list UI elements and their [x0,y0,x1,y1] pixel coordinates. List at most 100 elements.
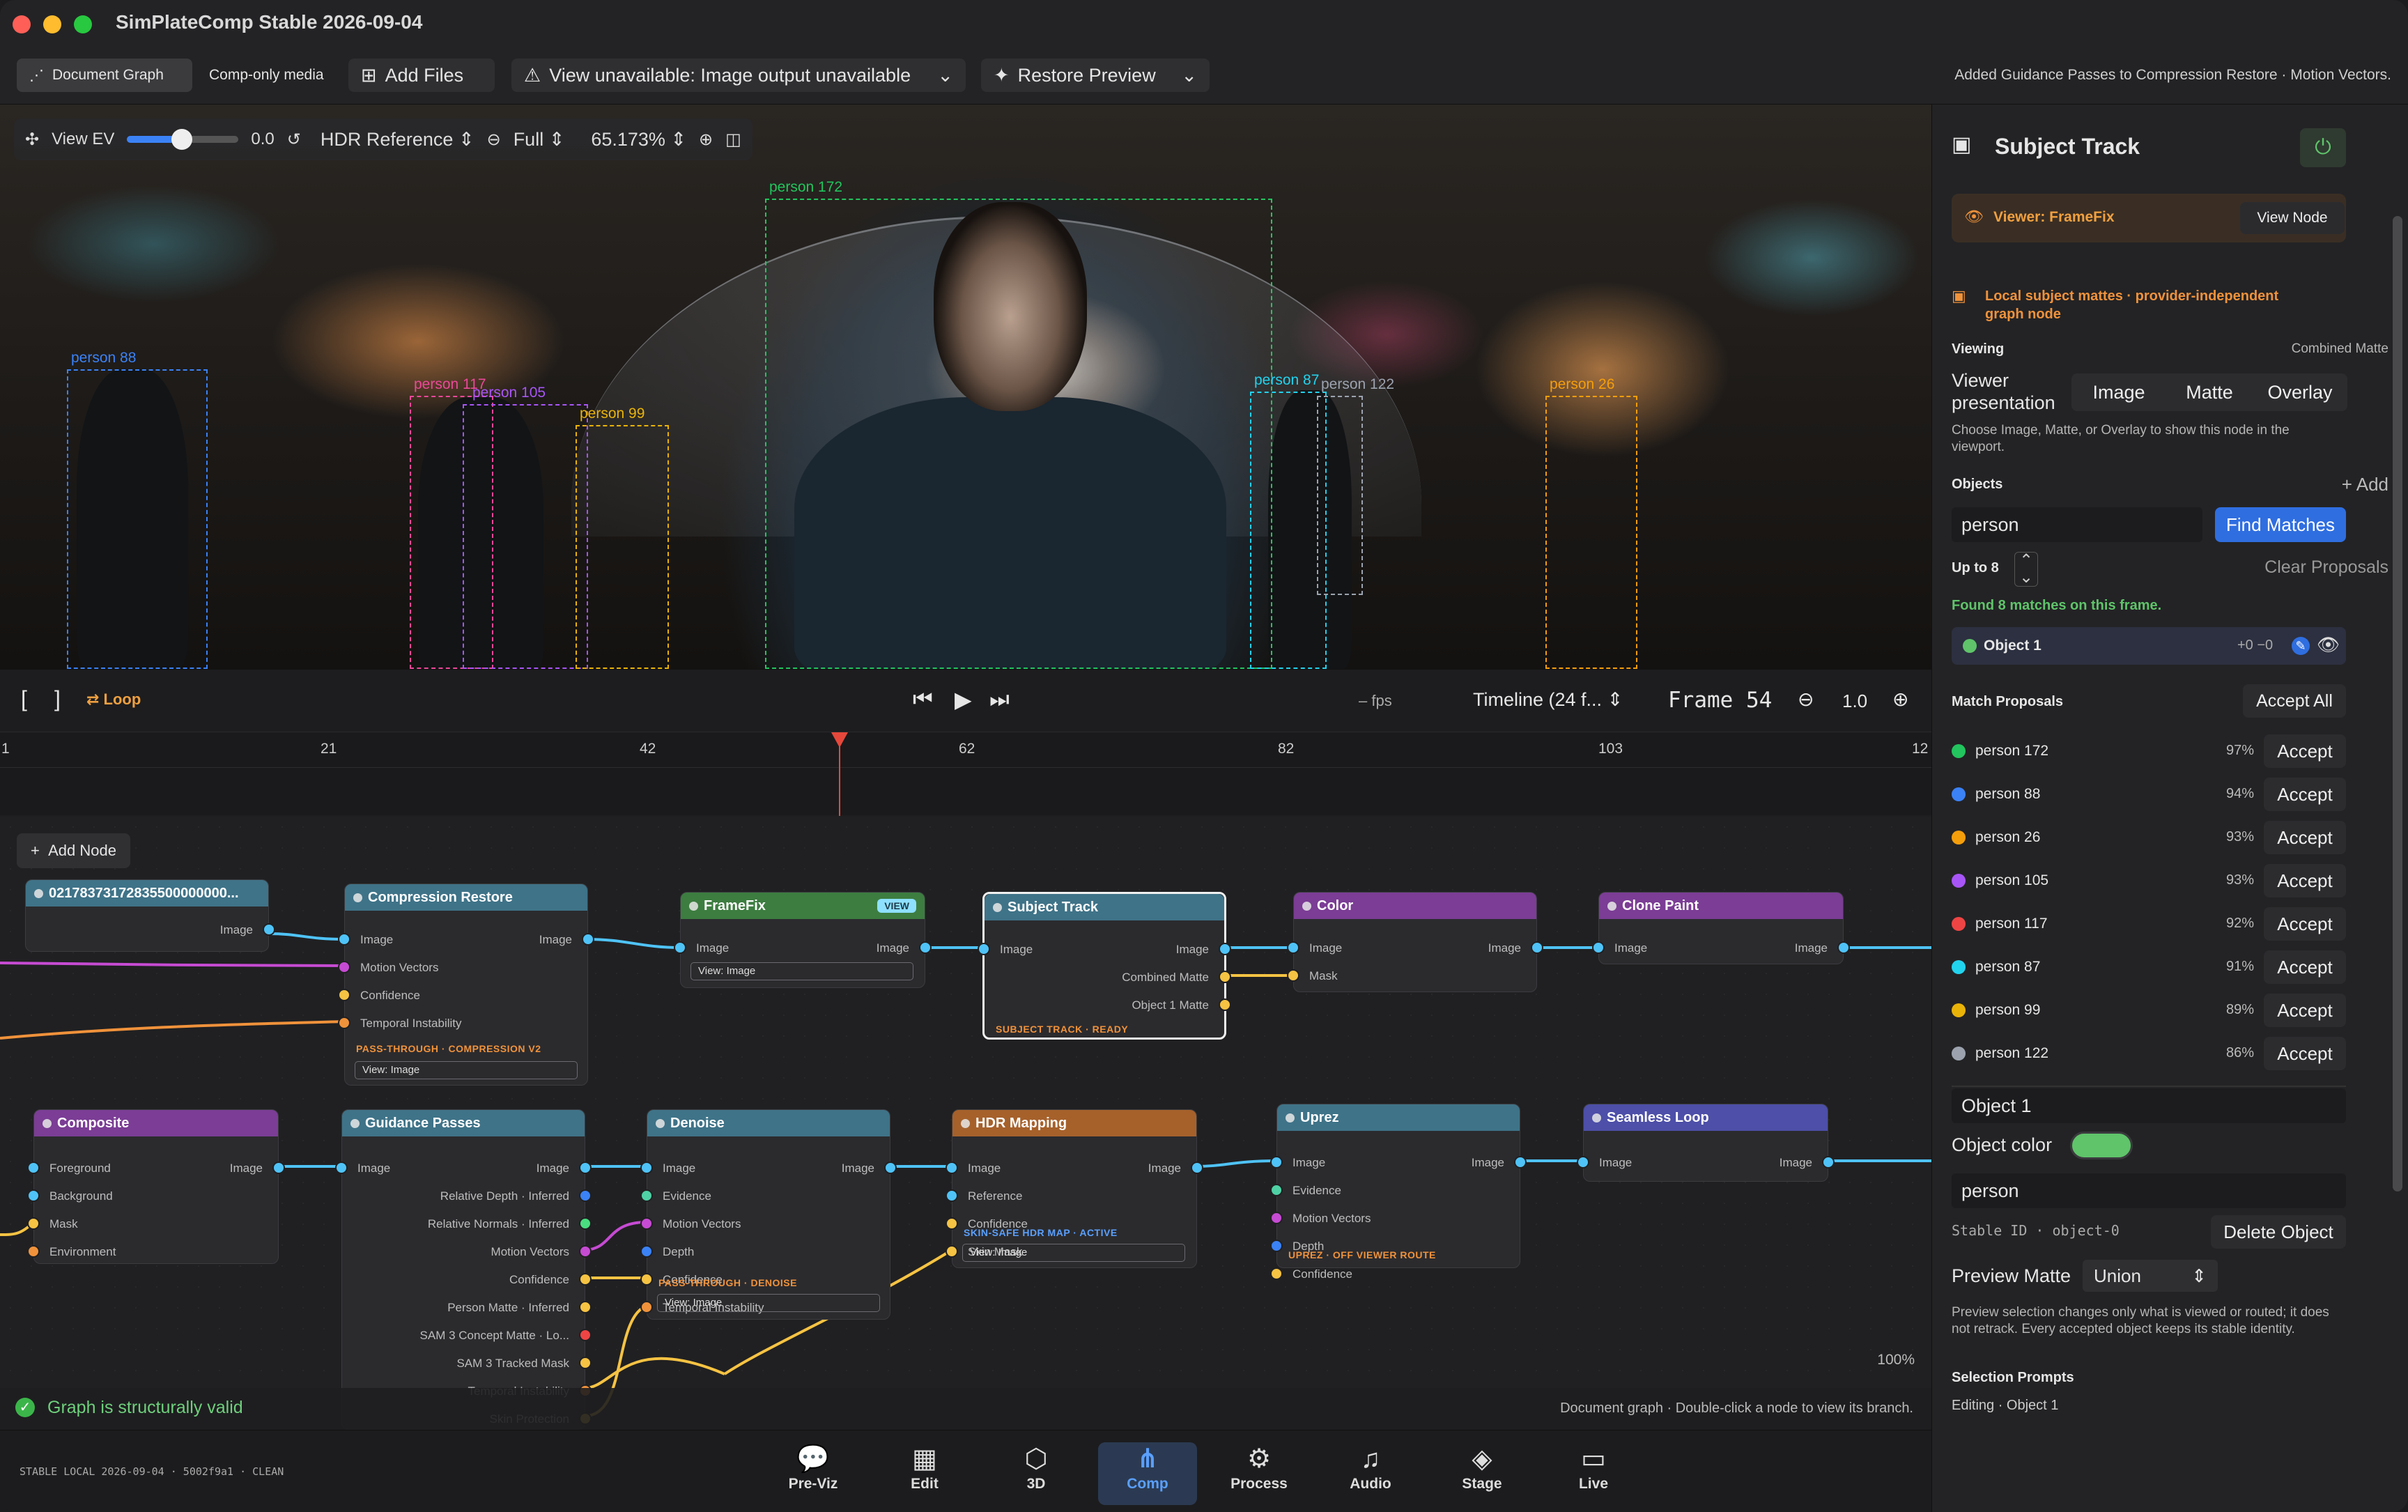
input-port[interactable] [27,1189,40,1202]
guidance-passes-node[interactable]: Guidance Passes Image Image Relative Dept… [335,1109,592,1430]
detection-box[interactable]: person 99 [576,406,669,669]
clone-paint-node[interactable]: Clone Paint Image Image [1592,892,1850,964]
input-port[interactable] [1270,1184,1283,1196]
nav-3d[interactable]: ⬡ 3D [987,1442,1086,1505]
power-button[interactable]: ⏻ [2300,128,2346,167]
input-port[interactable] [1270,1212,1283,1224]
input-port[interactable] [335,1162,348,1174]
zoom-window-button[interactable] [74,15,92,33]
find-matches-button[interactable]: Find Matches [2215,507,2346,542]
reset-icon[interactable]: ↺ [287,130,301,150]
input-port[interactable] [946,1245,958,1258]
input-port[interactable] [1592,941,1605,954]
nav-previz[interactable]: 💬 Pre-Viz [764,1442,863,1505]
timeline-zoom-in-icon[interactable]: ⊕ [1892,688,1908,711]
object-query-input[interactable]: person [1952,507,2202,542]
loop-toggle[interactable]: ⇄ Loop [86,691,141,709]
output-port[interactable] [1219,998,1231,1011]
accept-all-button[interactable]: Accept All [2243,684,2346,718]
proposal-row[interactable]: person 122 86% Accept [1952,1035,2346,1072]
visibility-eye-icon[interactable]: 👁 [2317,634,2340,656]
uprez-node[interactable]: Uprez Image Image Evidence Motion Vectors D… [1270,1104,1527,1281]
timeline-dropdown[interactable]: Timeline (24 f... ⇕ [1473,689,1623,711]
output-port[interactable] [579,1245,592,1258]
input-port[interactable] [27,1217,40,1230]
segment-matte[interactable]: Matte [2165,376,2254,409]
viewport[interactable]: person 88 person 117 person 105 person 9… [0,105,1931,669]
output-port[interactable] [582,933,594,946]
detection-box[interactable]: person 26 [1545,376,1637,669]
segment-overlay[interactable]: Overlay [2255,376,2345,409]
input-port[interactable] [27,1245,40,1258]
proposal-row[interactable]: person 117 92% Accept [1952,906,2346,942]
edit-icon[interactable]: ✎ [2292,637,2310,655]
node-graph[interactable]: + Add Node 02178373172835500000000... Im… [0,817,1931,1430]
timeline-ruler[interactable]: 1 21 42 62 82 103 12 [0,732,1931,816]
detection-box[interactable]: person 88 [67,350,208,669]
color-node[interactable]: Color Image Mask Image [1287,892,1543,992]
output-port[interactable] [919,941,932,954]
output-port[interactable] [579,1162,592,1174]
count-stepper[interactable]: ⌃ ⌄ [2014,552,2039,587]
view-image-select[interactable]: View: Image [690,962,913,980]
input-port[interactable] [1577,1156,1589,1168]
output-port[interactable] [1837,941,1850,954]
playhead[interactable] [831,732,848,816]
hdr-mapping-node[interactable]: HDR Mapping Image Image Reference Confiden… [946,1109,1203,1268]
playhead-marker[interactable] [831,732,848,748]
add-node-button[interactable]: + Add Node [17,833,130,868]
accept-proposal-button[interactable]: Accept [2264,734,2346,768]
resolution-dropdown[interactable]: Full ⇕ [514,129,565,151]
output-port[interactable] [579,1217,592,1230]
nav-stage[interactable]: ◈ Stage [1433,1442,1531,1505]
accept-proposal-button[interactable]: Accept [2264,950,2346,984]
output-port[interactable] [579,1189,592,1202]
input-port[interactable] [1270,1156,1283,1168]
input-port[interactable] [978,943,990,955]
proposal-row[interactable]: person 172 97% Accept [1952,733,2346,769]
accept-proposal-button[interactable]: Accept [2264,821,2346,854]
view-image-select[interactable]: View: Image [962,1244,1185,1262]
input-port[interactable] [946,1217,958,1230]
framefix-node[interactable]: FrameFix VIEW Image Image View: Image [674,892,932,988]
preview-matte-dropdown[interactable]: Union ⇕ [2083,1260,2218,1292]
step-back-icon[interactable]: ⏮ [913,686,933,713]
input-port[interactable] [27,1162,40,1174]
zoom-out-icon[interactable]: ⊖ [487,130,501,150]
clear-proposals-button[interactable]: Clear Proposals [2264,557,2388,578]
detection-box[interactable]: person 87 [1250,372,1327,669]
input-port[interactable] [338,1017,350,1029]
detection-box[interactable]: person 122 [1317,376,1394,595]
subject-track-node[interactable]: Subject Track Image Image Combined Matte… [978,892,1231,1040]
object-name-input[interactable]: Object 1 [1952,1088,2346,1123]
input-port[interactable] [640,1301,653,1313]
in-point-button[interactable]: [ [21,686,27,712]
input-port[interactable] [946,1162,958,1174]
delete-object-button[interactable]: Delete Object [2211,1215,2346,1249]
output-port[interactable] [1531,941,1543,954]
accept-proposal-button[interactable]: Accept [2264,864,2346,897]
compression-restore-node[interactable]: Compression Restore Image Motion Vectors… [338,884,594,1086]
output-port[interactable] [579,1329,592,1341]
input-port[interactable] [338,989,350,1001]
nav-audio[interactable]: ♫ Audio [1321,1442,1420,1505]
output-port[interactable] [1822,1156,1835,1168]
input-port[interactable] [1270,1267,1283,1280]
split-view-icon[interactable]: ◫ [725,130,741,150]
view-ev-slider[interactable] [127,129,239,150]
output-port[interactable] [579,1273,592,1286]
output-port[interactable] [884,1162,897,1174]
input-port[interactable] [674,941,686,954]
add-files-button[interactable]: ⊞ Add Files [348,59,495,92]
output-port[interactable] [579,1301,592,1313]
output-port[interactable] [1219,943,1231,955]
play-icon[interactable]: ▶ [955,686,972,713]
accept-proposal-button[interactable]: Accept [2264,1037,2346,1070]
denoise-node[interactable]: Denoise Image Image Evidence Motion Vector… [640,1109,897,1320]
zoom-dropdown[interactable]: 65.173% ⇕ [591,129,686,151]
source-node[interactable]: 02178373172835500000000... Image [25,879,275,952]
accept-proposal-button[interactable]: Accept [2264,778,2346,811]
output-port[interactable] [1219,971,1231,983]
input-port[interactable] [640,1245,653,1258]
view-node-button[interactable]: View Node [2240,202,2345,234]
